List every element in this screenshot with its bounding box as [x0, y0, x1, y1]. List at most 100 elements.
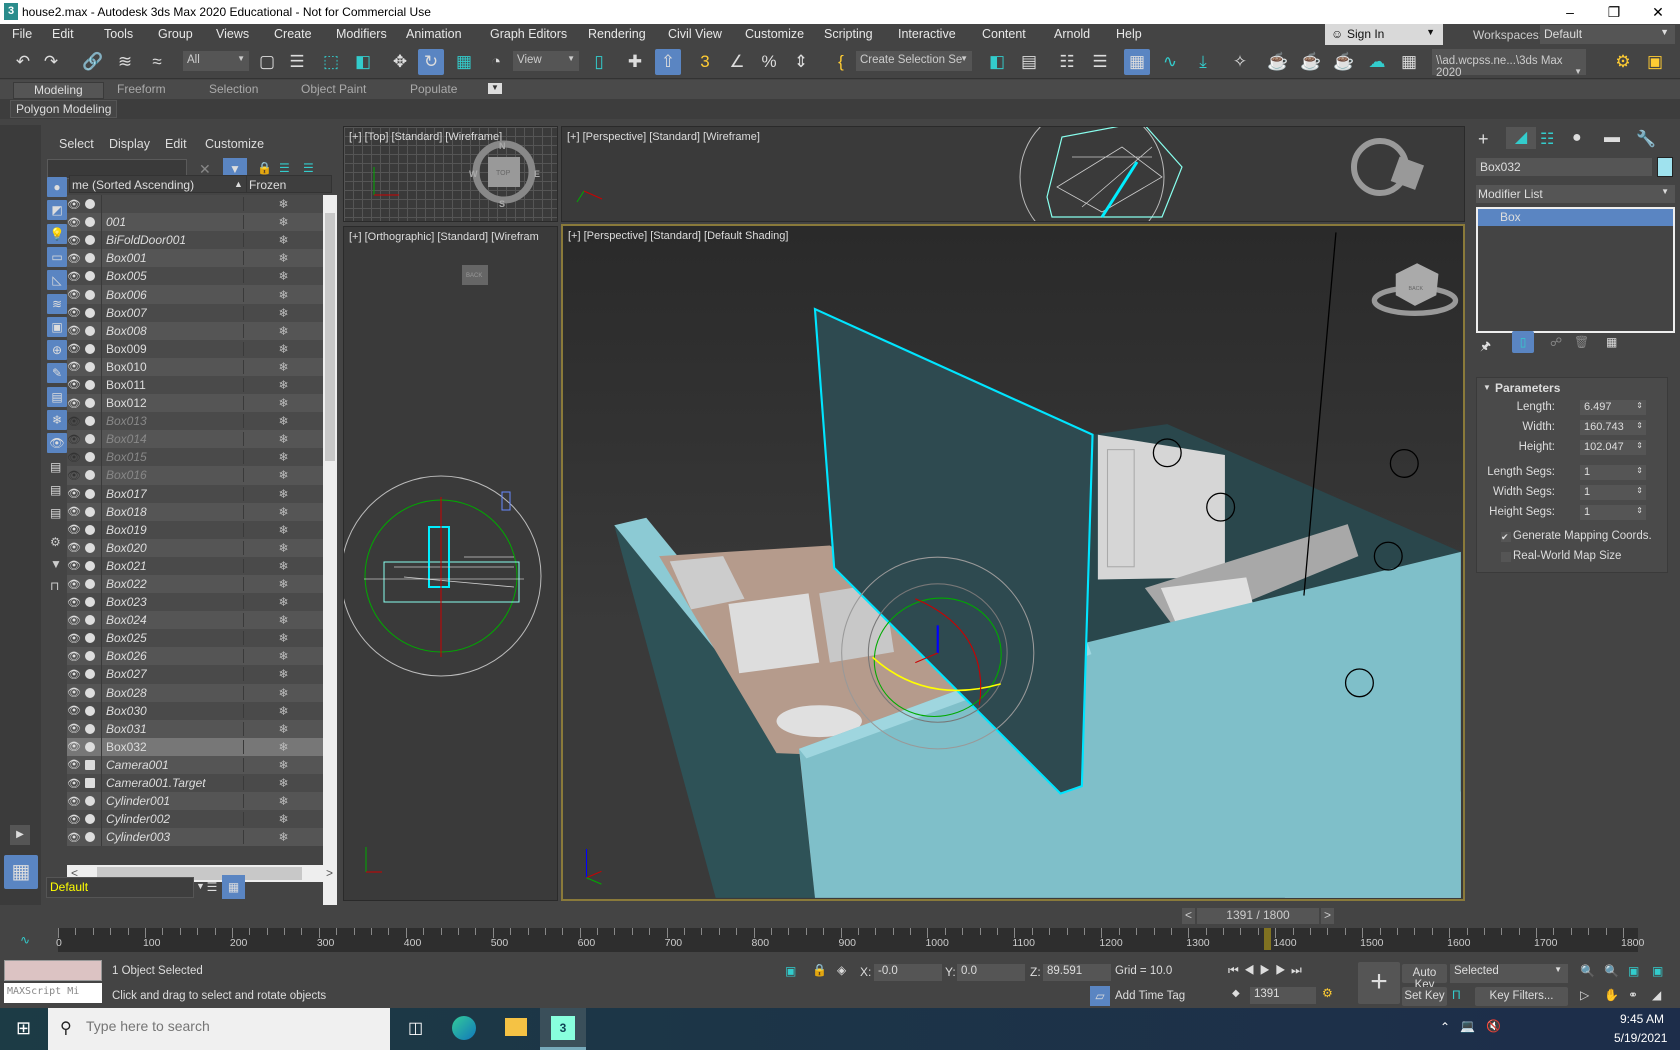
- close-button[interactable]: ✕: [1636, 2, 1680, 22]
- visibility-toggle-icon[interactable]: 👁: [67, 288, 83, 301]
- render-shortcuts-icon[interactable]: ▦: [1396, 49, 1422, 75]
- rendered-frame-window-icon[interactable]: ☕: [1298, 49, 1324, 75]
- menu-scripting[interactable]: Scripting: [824, 27, 873, 41]
- visibility-toggle-icon[interactable]: 👁: [67, 397, 83, 410]
- select-and-scale-icon[interactable]: ▦: [451, 49, 477, 75]
- display-tab-icon[interactable]: ▬: [1604, 129, 1620, 147]
- table-row[interactable]: 👁 Box022 ❄: [67, 574, 323, 594]
- freeze-toggle-icon[interactable]: ❄: [243, 613, 323, 628]
- create-tab-icon[interactable]: +: [1478, 129, 1489, 150]
- visibility-toggle-icon[interactable]: 👁: [67, 360, 83, 373]
- x-coordinate-field[interactable]: -0.0: [874, 964, 942, 981]
- viewport-perspective-shaded[interactable]: BACK [+] [Perspective] [Standard] [Defau…: [561, 224, 1465, 901]
- table-row[interactable]: 👁 Box001 ❄: [67, 249, 323, 268]
- table-row[interactable]: 👁 Box005 ❄: [67, 267, 323, 286]
- visibility-toggle-icon[interactable]: 👁: [67, 559, 83, 572]
- freeze-toggle-icon[interactable]: ❄: [243, 197, 323, 212]
- menu-create[interactable]: Create: [274, 27, 312, 41]
- freeze-toggle-icon[interactable]: ❄: [243, 757, 323, 772]
- time-configuration-icon[interactable]: ⚙: [1322, 986, 1333, 1000]
- absolute-mode-icon[interactable]: ◈: [837, 963, 846, 977]
- layer-dropdown[interactable]: Default: [46, 877, 194, 898]
- filter-xrefs-icon[interactable]: ⊕: [47, 340, 67, 361]
- filter-geometry-icon[interactable]: ●: [47, 177, 67, 197]
- table-row[interactable]: 👁 Box010 ❄: [67, 357, 323, 376]
- freeze-toggle-icon[interactable]: ❄: [243, 667, 323, 682]
- menu-modifiers[interactable]: Modifiers: [336, 27, 387, 41]
- explorer-menu-display[interactable]: Display: [109, 137, 150, 151]
- freeze-toggle-icon[interactable]: ❄: [243, 721, 323, 736]
- zoom-extents-all-icon[interactable]: ▣: [1652, 964, 1663, 978]
- table-row[interactable]: 👁 Box027 ❄: [67, 665, 323, 684]
- generate-mapping-checkbox[interactable]: ✔: [1501, 532, 1511, 542]
- visibility-toggle-icon[interactable]: 👁: [67, 505, 83, 518]
- explorer-menu-select[interactable]: Select: [59, 137, 94, 151]
- pan-icon[interactable]: ✋: [1604, 988, 1619, 1002]
- freeze-toggle-icon[interactable]: ❄: [243, 215, 323, 230]
- table-row[interactable]: 👁 Box020 ❄: [67, 538, 323, 557]
- file-explorer-icon[interactable]: [505, 1018, 527, 1036]
- unlink-icon[interactable]: ≋: [112, 49, 138, 75]
- collapse-icon[interactable]: ▼: [1483, 383, 1491, 392]
- table-row[interactable]: 👁 Box024 ❄: [67, 611, 323, 630]
- object-name[interactable]: Cylinder002: [101, 810, 243, 829]
- auto-key-button[interactable]: Auto Key: [1402, 964, 1447, 991]
- redo-icon[interactable]: ↷: [38, 49, 64, 75]
- table-row[interactable]: 👁 Box006 ❄: [67, 285, 323, 304]
- visibility-toggle-icon[interactable]: 👁: [67, 795, 83, 808]
- visibility-toggle-icon[interactable]: 👁: [67, 758, 83, 771]
- freeze-toggle-icon[interactable]: ❄: [243, 776, 323, 791]
- key-mode-dropdown[interactable]: Selected ▼: [1450, 964, 1568, 983]
- object-name[interactable]: Box032: [101, 737, 243, 756]
- menu-file[interactable]: File: [12, 27, 32, 41]
- freeze-toggle-icon[interactable]: ❄: [243, 377, 323, 392]
- scrollbar-thumb[interactable]: [325, 213, 335, 461]
- freeze-toggle-icon[interactable]: ❄: [243, 504, 323, 519]
- top-viewcube-compass[interactable]: TOP N W E S: [344, 127, 558, 222]
- go-to-end-icon[interactable]: ⏭: [1291, 963, 1307, 977]
- show-end-result-icon[interactable]: ▯: [1512, 331, 1534, 353]
- object-name-field[interactable]: Box032: [1476, 158, 1652, 176]
- table-row[interactable]: 👁 Box012 ❄: [67, 394, 323, 413]
- object-name[interactable]: Box028: [101, 683, 243, 702]
- edit-named-selection-icon[interactable]: {: [828, 49, 854, 75]
- display-influences-icon[interactable]: ▤: [50, 483, 61, 497]
- field-of-view-icon[interactable]: ▷: [1580, 988, 1589, 1002]
- minimize-button[interactable]: –: [1548, 2, 1592, 22]
- object-name[interactable]: Camera001: [101, 755, 243, 774]
- tab-selection[interactable]: Selection: [209, 82, 258, 96]
- visibility-toggle-icon[interactable]: 👁: [67, 722, 83, 735]
- object-name[interactable]: Box014: [101, 430, 243, 449]
- object-name[interactable]: Box013: [101, 412, 243, 431]
- scroll-right-icon[interactable]: >: [326, 866, 333, 880]
- go-to-start-icon[interactable]: ⏮: [1228, 963, 1244, 977]
- freeze-toggle-icon[interactable]: ❄: [243, 251, 323, 266]
- object-name[interactable]: Box006: [101, 285, 243, 304]
- table-row[interactable]: 👁 Cylinder002 ❄: [67, 810, 323, 829]
- freeze-toggle-icon[interactable]: ❄: [243, 396, 323, 411]
- spinner-arrows-icon[interactable]: ⇕: [1636, 486, 1643, 495]
- freeze-toggle-icon[interactable]: ❄: [243, 287, 323, 302]
- curve-editor-icon[interactable]: ∿: [1157, 49, 1183, 75]
- vertical-scrollbar[interactable]: [323, 195, 337, 920]
- visibility-toggle-icon[interactable]: 👁: [67, 650, 83, 663]
- object-name[interactable]: Box018: [101, 502, 243, 521]
- display-dependents-icon[interactable]: ▤: [50, 506, 61, 520]
- freeze-toggle-icon[interactable]: ❄: [243, 830, 323, 845]
- visibility-toggle-icon[interactable]: 👁: [67, 578, 83, 591]
- filter-containers-icon[interactable]: ▤: [47, 386, 67, 407]
- object-name[interactable]: Box009: [101, 339, 243, 358]
- filter-bones-icon[interactable]: ✎: [47, 363, 67, 384]
- bind-space-warp-icon[interactable]: ≈: [144, 49, 170, 75]
- maxscript-mini-input[interactable]: MAXScript Mi: [4, 983, 102, 1003]
- motion-tab-icon[interactable]: ●: [1572, 129, 1582, 147]
- object-name[interactable]: Box005: [101, 267, 243, 286]
- link-icon[interactable]: 🔗: [80, 49, 106, 75]
- table-row[interactable]: 👁 BiFoldDoor001 ❄: [67, 231, 323, 250]
- freeze-toggle-icon[interactable]: ❄: [243, 631, 323, 646]
- visibility-toggle-icon[interactable]: 👁: [67, 324, 83, 337]
- tab-object-paint[interactable]: Object Paint: [301, 82, 366, 96]
- add-time-tag-button[interactable]: Add Time Tag: [1115, 990, 1185, 1002]
- table-row[interactable]: 👁 Camera001 ❄: [67, 755, 323, 774]
- taskbar-search-input[interactable]: [86, 1018, 376, 1034]
